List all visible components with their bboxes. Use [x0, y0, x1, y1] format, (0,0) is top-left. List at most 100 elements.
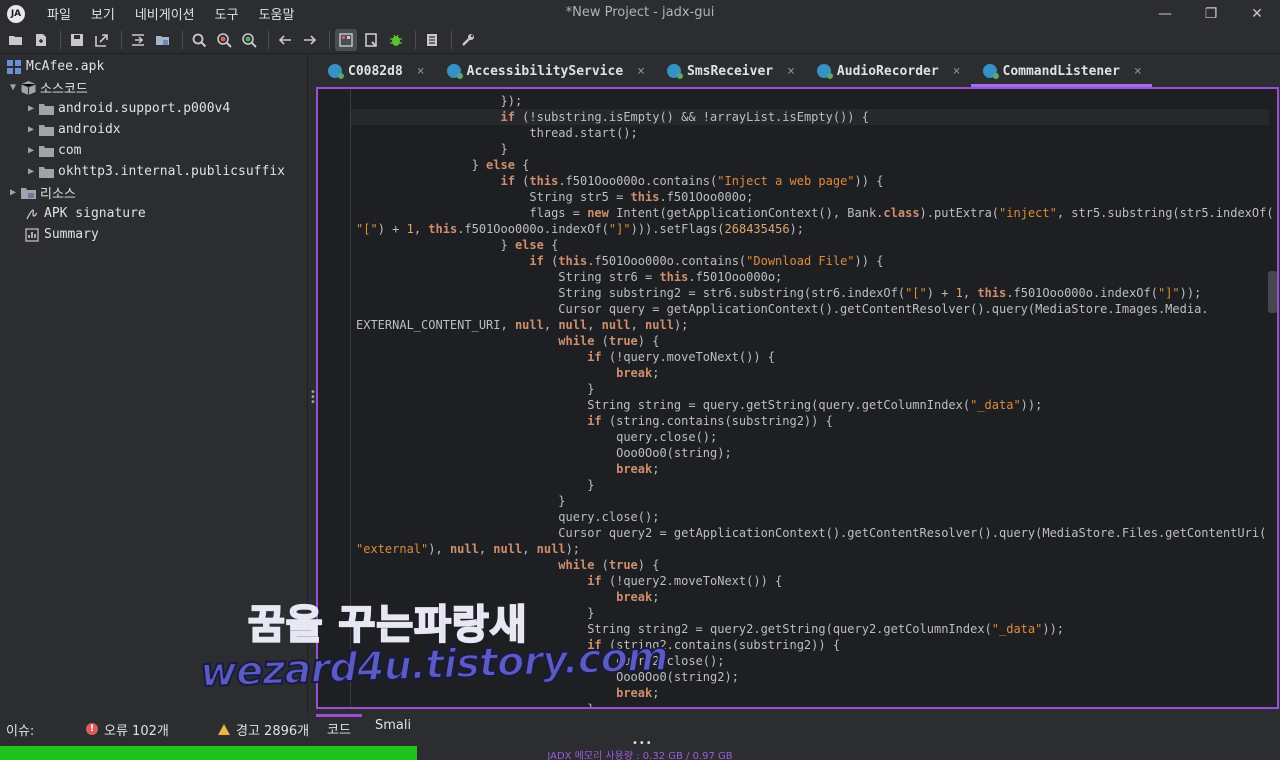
open-folder-icon[interactable]	[152, 29, 174, 51]
menu-navigation[interactable]: 네비게이션	[125, 4, 205, 23]
code-line[interactable]: if (this.f501Ooo000o.contains("Inject a …	[356, 173, 1274, 189]
code-token: ,	[478, 542, 494, 556]
error-icon: !	[86, 723, 98, 735]
warnings-filter[interactable]: 경고 2896개	[218, 720, 309, 739]
export-icon[interactable]	[91, 29, 113, 51]
tab-accessibilityservice[interactable]: AccessibilityService ×	[435, 55, 655, 87]
menu-tools[interactable]: 도구	[205, 4, 249, 23]
back-icon[interactable]	[274, 29, 296, 51]
chevron-down-icon[interactable]: ▼	[6, 82, 20, 93]
tree-item-summary[interactable]: Summary	[24, 224, 99, 245]
tab-code[interactable]: 코드	[316, 714, 362, 740]
code-token: "_data"	[991, 622, 1043, 636]
open-file-icon[interactable]	[5, 29, 27, 51]
code-line[interactable]: break;	[356, 461, 1274, 477]
close-window-button[interactable]: ✕	[1234, 0, 1280, 27]
restore-button[interactable]: ❐	[1188, 0, 1234, 27]
add-files-icon[interactable]	[30, 29, 52, 51]
code-line[interactable]: "external"), null, null, null);	[356, 541, 1274, 557]
code-line[interactable]: while (true) {	[356, 557, 1274, 573]
minimize-button[interactable]: —	[1142, 0, 1188, 27]
code-line[interactable]: Cursor query = getApplicationContext().g…	[356, 301, 1274, 317]
code-line[interactable]: if (this.f501Ooo000o.contains("Download …	[356, 253, 1274, 269]
tab-commandlistener[interactable]: CommandListener ×	[970, 55, 1152, 87]
log-icon[interactable]	[421, 29, 443, 51]
code-line[interactable]: if (!query2.moveToNext()) {	[356, 573, 1274, 589]
code-token: ));	[1179, 286, 1202, 300]
menu-file[interactable]: 파일	[37, 4, 81, 23]
code-line[interactable]: }	[356, 381, 1274, 397]
bookmark-icon[interactable]	[360, 29, 382, 51]
code-line[interactable]: if (!query.moveToNext()) {	[356, 349, 1274, 365]
code-line[interactable]: String substring2 = str6.substring(str6.…	[356, 285, 1274, 301]
tab-c0082d8[interactable]: C0082d8 ×	[316, 55, 435, 87]
code-line[interactable]: String str5 = this.f501Ooo000o;	[356, 189, 1274, 205]
code-token: if	[587, 350, 602, 364]
code-line[interactable]: if (string.contains(substring2)) {	[356, 413, 1274, 429]
tab-smsreceiver[interactable]: SmsReceiver ×	[655, 55, 805, 87]
forward-icon[interactable]	[299, 29, 321, 51]
code-token: (!query.moveToNext()) {	[601, 350, 776, 364]
search-icon[interactable]	[188, 29, 210, 51]
code-line[interactable]: if (!substring.isEmpty() && !arrayList.i…	[356, 109, 1274, 125]
code-line[interactable]: } else {	[356, 157, 1274, 173]
tree-item-root[interactable]: McAfee.apk	[6, 56, 104, 77]
code-line[interactable]: }	[356, 141, 1274, 157]
chevron-right-icon[interactable]: ▶	[24, 166, 38, 177]
splitter-handle[interactable]: • • •	[310, 388, 316, 408]
tree-item-package[interactable]: ▶ android.support.p000v4	[24, 98, 230, 119]
errors-filter[interactable]: ! 오류 102개	[86, 720, 169, 739]
code-line[interactable]: EXTERNAL_CONTENT_URI, null, null, null, …	[356, 317, 1274, 333]
code-line[interactable]: Cursor query2 = getApplicationContext().…	[356, 525, 1274, 541]
code-line[interactable]: }	[356, 477, 1274, 493]
settings-wrench-icon[interactable]	[457, 29, 479, 51]
chevron-right-icon[interactable]: ▶	[24, 103, 38, 114]
tree-item-package[interactable]: ▶ androidx	[24, 119, 121, 140]
close-tab-icon[interactable]: ×	[787, 64, 795, 79]
code-token: else	[486, 158, 515, 172]
tab-audiorecorder[interactable]: AudioRecorder ×	[805, 55, 971, 87]
code-line[interactable]: while (true) {	[356, 333, 1274, 349]
menu-view[interactable]: 보기	[81, 4, 125, 23]
vertical-scrollbar-thumb[interactable]	[1268, 271, 1277, 313]
tab-smali[interactable]: Smali	[375, 718, 411, 733]
code-line[interactable]: query.close();	[356, 429, 1274, 445]
code-line[interactable]: break;	[356, 365, 1274, 381]
code-line[interactable]: "[") + 1, this.f501Ooo000o.indexOf("]"))…	[356, 221, 1274, 237]
code-line[interactable]: }	[356, 701, 1274, 707]
code-line[interactable]: } else {	[356, 237, 1274, 253]
debug-icon[interactable]	[385, 29, 407, 51]
search-class-icon[interactable]	[213, 29, 235, 51]
close-tab-icon[interactable]: ×	[953, 64, 961, 79]
close-tab-icon[interactable]: ×	[417, 64, 425, 79]
chevron-right-icon[interactable]: ▶	[24, 124, 38, 135]
code-token: "Inject a web page"	[717, 174, 855, 188]
close-tab-icon[interactable]: ×	[637, 64, 645, 79]
save-icon[interactable]	[66, 29, 88, 51]
tree-item-package[interactable]: ▶ com	[24, 140, 82, 161]
class-icon	[667, 64, 683, 79]
more-dots-icon[interactable]: •••	[632, 738, 653, 749]
chevron-right-icon[interactable]: ▶	[24, 145, 38, 156]
tree-item-resources[interactable]: ▶ 리소스	[6, 182, 76, 203]
code-line[interactable]: }	[356, 493, 1274, 509]
tree-item-package[interactable]: ▶ okhttp3.internal.publicsuffix	[24, 161, 285, 182]
code-line[interactable]: thread.start();	[356, 125, 1274, 141]
tree-item-apk-signature[interactable]: APK signature	[24, 203, 146, 224]
toolbar	[0, 27, 1280, 54]
code-line[interactable]: String str6 = this.f501Ooo000o;	[356, 269, 1274, 285]
toolbar-separator	[415, 31, 416, 49]
code-line[interactable]: String string = query.getString(query.ge…	[356, 397, 1274, 413]
sync-icon[interactable]	[127, 29, 149, 51]
menu-help[interactable]: 도움말	[249, 4, 305, 23]
close-tab-icon[interactable]: ×	[1134, 64, 1142, 79]
chevron-right-icon[interactable]: ▶	[6, 187, 20, 198]
decompile-all-icon[interactable]	[335, 29, 357, 51]
code-line[interactable]: query.close();	[356, 509, 1274, 525]
search-usage-icon[interactable]	[238, 29, 260, 51]
code-line[interactable]: Ooo0Oo0(string);	[356, 445, 1274, 461]
code-token: ,	[522, 542, 537, 556]
code-line[interactable]: flags = new Intent(getApplicationContext…	[356, 205, 1273, 221]
code-line[interactable]: });	[356, 93, 1274, 109]
tree-item-source-code[interactable]: ▼ 소스코드	[6, 77, 88, 98]
